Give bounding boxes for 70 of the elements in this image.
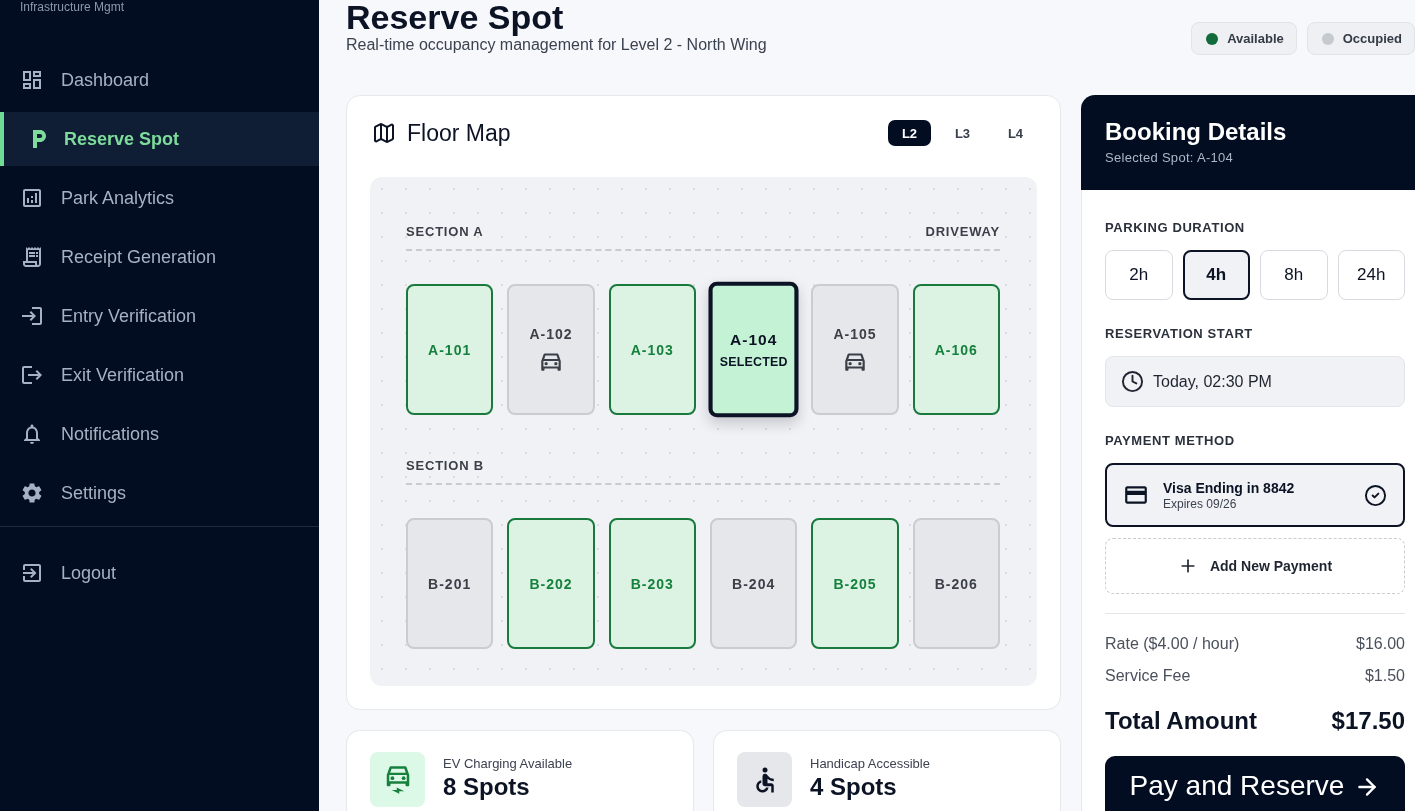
parking-spot[interactable]: B-202 [507,518,595,649]
feature-label: EV Charging Available [443,756,573,772]
field-label: RESERVATION START [1105,326,1254,342]
brand-subtitle: Infrastructure Mgmt [19,0,126,14]
electric-car-icon [370,752,425,807]
sidebar-item[interactable]: Entry Verification [0,289,319,343]
card-name: Visa Ending in 8842 [1163,478,1296,497]
page-subtitle: Real-time occupancy management for Level 2 - North Wing [346,36,767,55]
time-field[interactable]: Today, 02:30 PM [1105,356,1405,407]
booking-title: Booking Details [1105,117,1288,146]
parking-spot[interactable]: A-106 [912,284,1000,415]
parking-spot[interactable]: A-102 [507,284,595,415]
field-label: PAYMENT METHOD [1105,433,1236,449]
sidebar-item[interactable]: Park Analytics [0,171,319,225]
total-label: Total Amount [1105,707,1257,735]
logout-icon [20,363,44,387]
receipt-icon [20,245,44,269]
map-icon [372,121,396,145]
feature-value: 4 Spots [810,772,898,802]
wheelchair-icon [737,752,792,807]
parking-spot[interactable]: B-204 [710,518,798,649]
parking-spot[interactable]: A-105 [811,284,899,415]
parking-spot[interactable]: A-104 SELECTED [708,281,799,418]
feature-label: Handicap Accessible [810,756,930,772]
sidebar-item[interactable]: Dashboard [0,53,319,107]
feature-value: 8 Spots [443,772,531,802]
card-title: Floor Map [407,119,511,147]
add-payment-button[interactable]: Add New Payment [1105,538,1405,594]
field-label: PARKING DURATION [1105,220,1246,236]
duration-option[interactable]: 24h [1337,250,1405,300]
parking-spot[interactable]: A-101 [406,284,494,415]
fee-label: Service Fee [1105,666,1191,686]
duration-option[interactable]: 2h [1105,250,1173,300]
fee-label: Rate ($4.00 / hour) [1105,634,1240,654]
parking-spot[interactable]: B-205 [811,518,899,649]
page-title: Reserve Spot [346,0,565,35]
booking-subtitle: Selected Spot: A-104 [1105,149,1235,166]
pay-button[interactable]: Pay and Reserve [1105,756,1405,811]
login-icon [20,304,44,328]
dashboard-icon [20,68,44,92]
fee-amount: $1.50 [1364,666,1405,686]
parking-spot[interactable]: B-203 [608,518,696,649]
sidebar-item[interactable]: Settings [0,466,319,520]
clock-icon [1121,370,1144,393]
level-tab[interactable]: L2 [888,120,931,146]
logout-icon [20,561,44,585]
card-expiry: Expires 09/26 [1163,496,1238,512]
section-label: SECTION A [406,223,484,239]
payment-method-card[interactable]: Visa Ending in 8842 Expires 09/26 [1105,463,1405,527]
legend-chip: Available [1191,22,1297,55]
duration-option[interactable]: 8h [1260,250,1328,300]
sidebar-item[interactable]: Logout [0,546,319,600]
settings-icon [20,481,44,505]
sidebar-item[interactable]: Exit Verification [0,348,319,402]
level-tab[interactable]: L4 [994,120,1037,146]
parking-spot[interactable]: B-206 [912,518,1000,649]
fee-amount: $16.00 [1356,634,1405,654]
parking-spot[interactable]: B-201 [406,518,494,649]
total-amount: $17.50 [1331,707,1405,735]
bar-chart-icon [20,186,44,210]
level-tab[interactable]: L3 [941,120,984,146]
parking-spot[interactable]: A-103 [608,284,696,415]
sidebar-item[interactable]: Receipt Generation [0,230,319,284]
sidebar-item[interactable]: Reserve Spot [0,112,319,166]
driveway-label: DRIVEWAY [925,223,1000,239]
sidebar-item[interactable]: Notifications [0,407,319,461]
check-circle-icon [1364,483,1387,507]
section-label: SECTION B [406,457,484,473]
legend-chip: Occupied [1306,22,1415,55]
duration-option[interactable]: 4h [1182,250,1250,300]
